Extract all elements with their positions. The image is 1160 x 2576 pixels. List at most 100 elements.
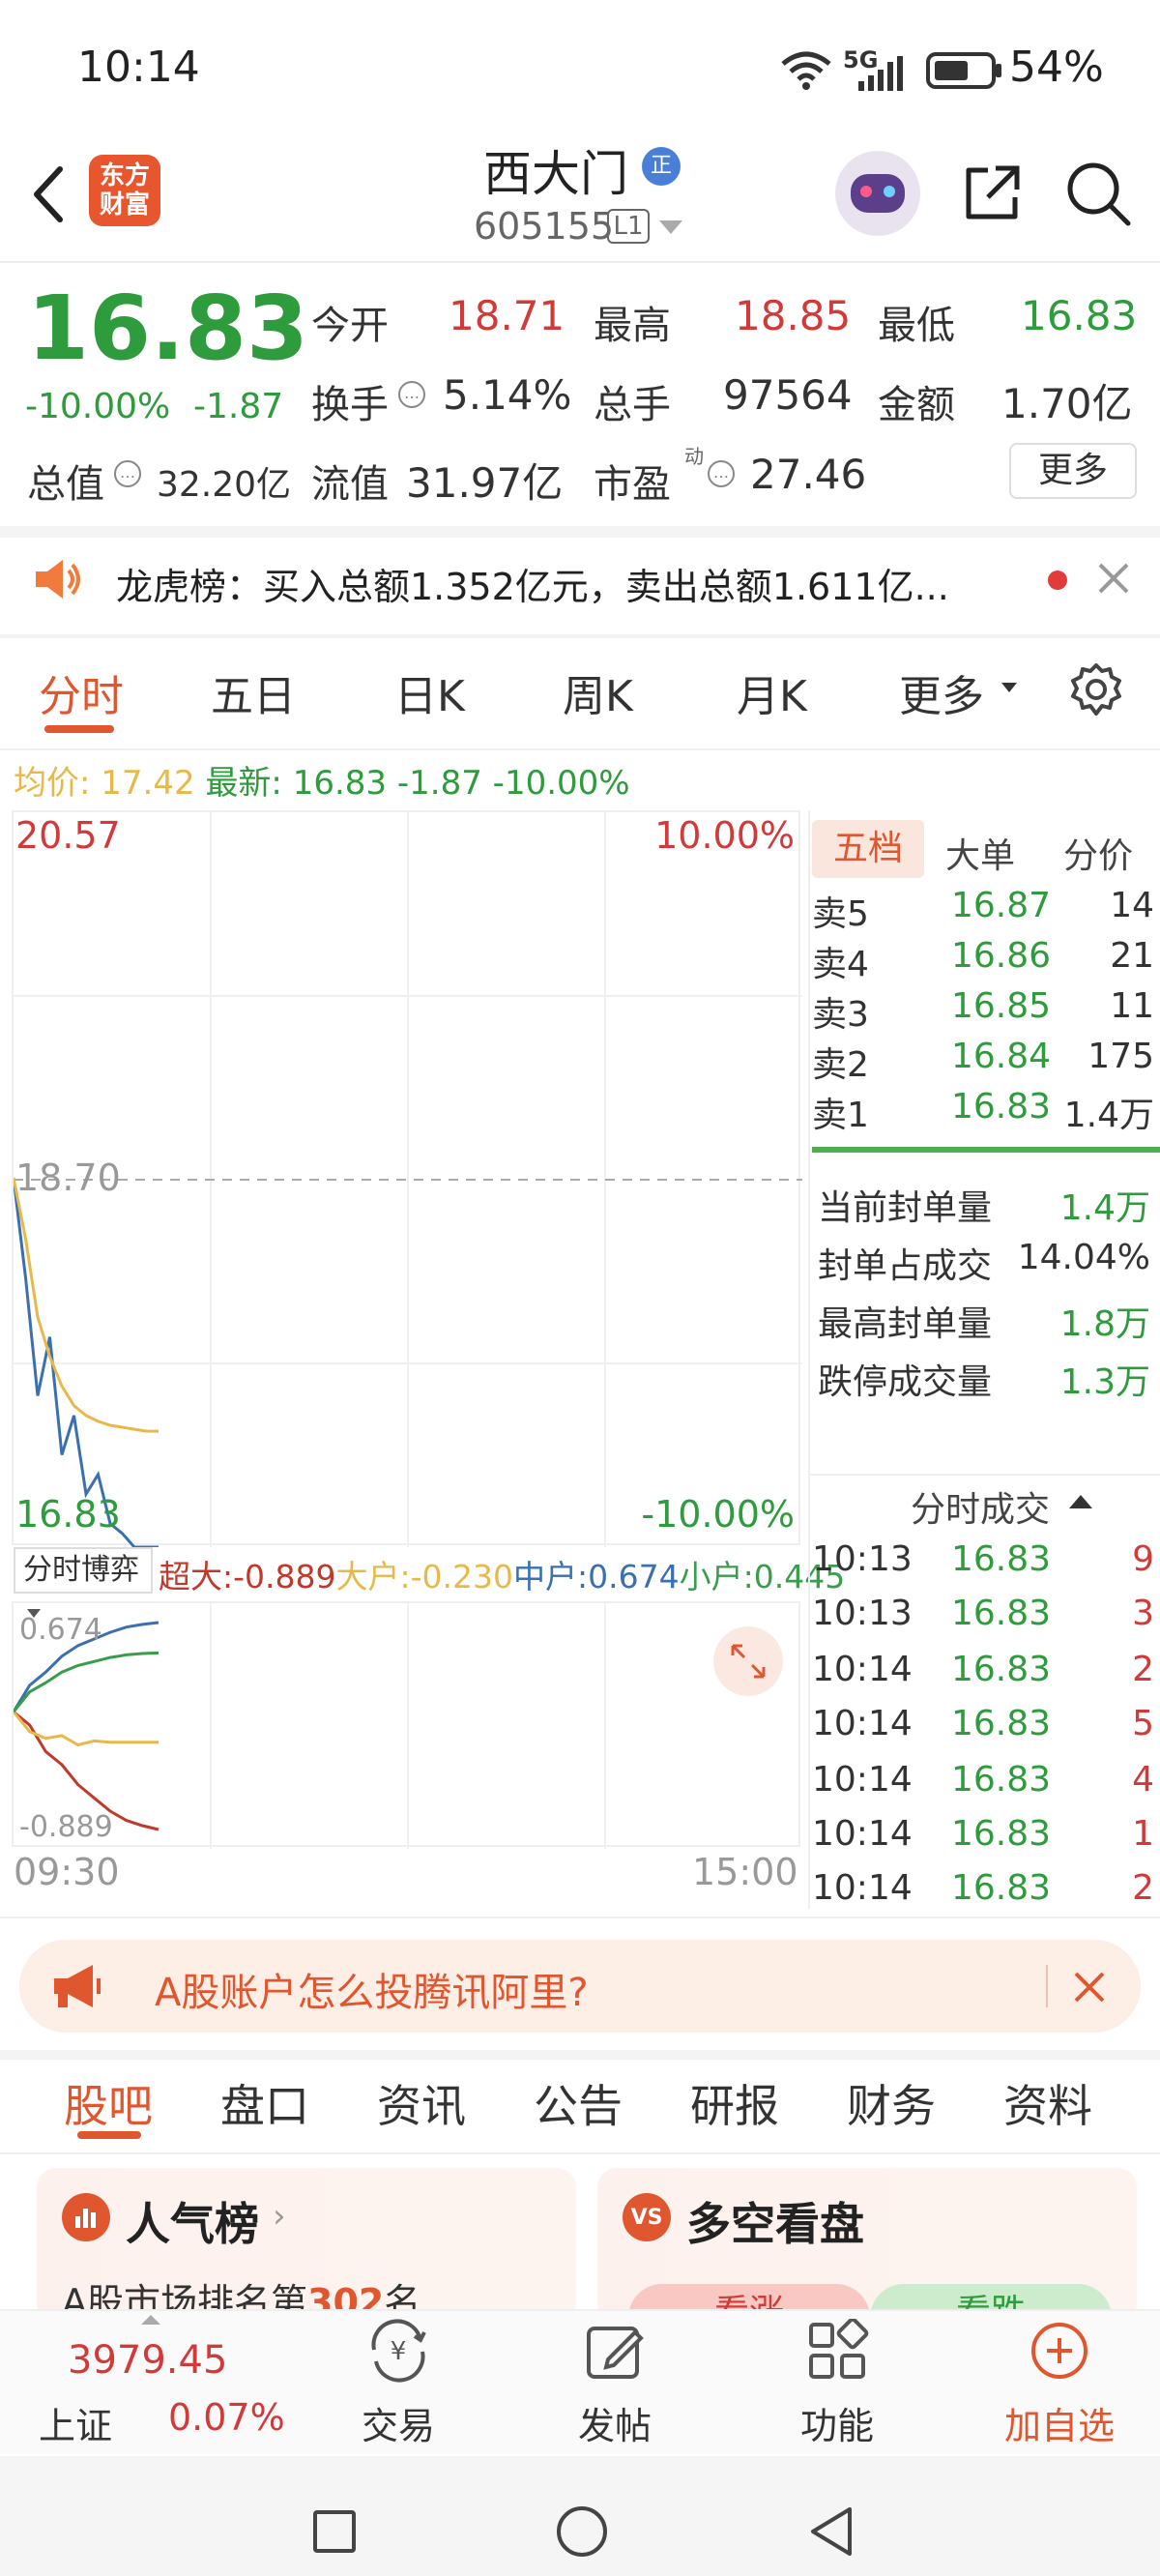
back-icon[interactable] <box>19 161 77 228</box>
svg-text:¥: ¥ <box>391 2337 407 2366</box>
mktcap-label: 总值 <box>27 462 104 507</box>
chevron-down-icon[interactable] <box>659 220 682 234</box>
x-end-label: 15:00 <box>692 1851 798 1893</box>
share-icon[interactable] <box>953 155 1030 232</box>
chart-bottom-divider <box>0 1917 1160 1918</box>
tab-profile[interactable]: 资料 <box>1003 2071 1092 2135</box>
legend-small-name: 小户 <box>679 1558 743 1595</box>
tab-announcements[interactable]: 公告 <box>534 2071 623 2135</box>
tick-time: 10:14 <box>812 1868 913 1908</box>
tabs-divider <box>0 748 1160 750</box>
tab-weekly-k[interactable]: 周K <box>563 661 633 723</box>
tab-five-levels[interactable]: 五档 <box>812 820 924 878</box>
avg-value: 17.42 <box>101 764 195 803</box>
home-icon[interactable] <box>557 2506 607 2557</box>
info-icon[interactable]: … <box>708 460 735 487</box>
back-nav-icon[interactable] <box>804 2504 858 2559</box>
nav-trade[interactable]: ¥ 交易 <box>321 2319 476 2449</box>
caret-down-icon[interactable] <box>1001 683 1017 692</box>
tab-monthly-k[interactable]: 月K <box>737 661 807 723</box>
flow-chart[interactable]: 0.674 -0.889 <box>12 1601 800 1849</box>
tab-price-distribution[interactable]: 分价 <box>1063 828 1133 878</box>
ticks-divider <box>810 1474 1160 1476</box>
tick-price: 16.83 <box>951 1868 1052 1908</box>
expand-icon[interactable] <box>713 1626 783 1696</box>
flow-dropdown[interactable]: 分时博弈 <box>14 1547 153 1618</box>
sort-up-icon[interactable] <box>1069 1495 1092 1508</box>
stat-label: 封单占成交 <box>818 1246 993 1286</box>
assistant-avatar[interactable] <box>835 151 920 236</box>
tab-research[interactable]: 研报 <box>690 2071 779 2135</box>
wifi-icon <box>779 48 833 91</box>
close-icon[interactable] <box>1092 557 1135 600</box>
level-badge[interactable]: L1 <box>607 209 650 244</box>
pe-sup: 动 <box>684 445 704 468</box>
tab-large-orders[interactable]: 大单 <box>945 828 1015 878</box>
index-value[interactable]: 3979.45 <box>68 2338 227 2383</box>
ask-label: 卖4 <box>812 945 869 984</box>
open-value: 18.71 <box>449 292 566 339</box>
ask-row: 卖1 16.83 1.4万 <box>808 1087 1156 1137</box>
latest-pct: -10.00% <box>492 764 630 803</box>
stock-code: 605155 <box>474 205 615 248</box>
recent-apps-icon[interactable] <box>313 2510 356 2553</box>
header-divider <box>0 261 1160 263</box>
vs-icon: VS <box>623 2193 671 2241</box>
nav-add-watchlist[interactable]: 加自选 <box>982 2319 1137 2449</box>
tick-row: 10:13 16.83 3 <box>808 1594 1156 1648</box>
latest-change: -1.87 <box>396 764 482 803</box>
bid-ask-separator <box>812 1147 1160 1153</box>
tab-news[interactable]: 资讯 <box>377 2071 466 2135</box>
tick-volume: 4 <box>1132 1760 1154 1800</box>
pe-label: 市盈 <box>594 462 671 507</box>
nav-post[interactable]: 发帖 <box>537 2319 692 2449</box>
mktcap-value: 32.20亿 <box>157 465 292 505</box>
gear-icon[interactable] <box>1063 658 1129 723</box>
chevron-up-icon[interactable] <box>141 2315 160 2325</box>
intraday-chart[interactable]: 20.57 10.00% 18.70 16.83 -10.00% <box>12 810 802 1547</box>
close-icon[interactable] <box>1065 1963 1114 2011</box>
ask-volume: 1.4万 <box>1063 1096 1154 1135</box>
tab-financials[interactable]: 财务 <box>847 2071 936 2135</box>
y-bottom-label: 16.83 <box>15 1493 121 1536</box>
tab-more[interactable]: 更多 <box>899 661 984 723</box>
popularity-card[interactable]: 人气榜 › A股市场排名第302名 <box>37 2168 576 2323</box>
signal-icon <box>841 54 909 93</box>
bull-bear-card[interactable]: VS 多空看盘 看涨 看跌 <box>597 2168 1137 2323</box>
ad-banner[interactable]: A股账户怎么投腾讯阿里? <box>19 1940 1141 2033</box>
tab-intraday[interactable]: 分时 <box>39 661 124 723</box>
volume-label: 总手 <box>594 383 671 427</box>
high-value: 18.85 <box>735 292 852 339</box>
price-chart-svg <box>14 812 802 1547</box>
stat-row: 跌停成交量 1.3万 <box>808 1354 1156 1404</box>
tab-forum[interactable]: 股吧 <box>64 2071 153 2135</box>
latest-label: 最新: <box>205 764 282 803</box>
search-icon[interactable] <box>1059 155 1137 232</box>
index-name[interactable]: 上证 <box>39 2396 112 2449</box>
ask-price: 16.83 <box>951 1087 1052 1127</box>
more-button[interactable]: 更多 <box>1009 443 1137 499</box>
flow-series-1 <box>14 1711 159 1747</box>
tick-price: 16.83 <box>951 1594 1052 1633</box>
battery-icon <box>926 50 1003 91</box>
chevron-right-icon: › <box>273 2197 286 2236</box>
ticks-title[interactable]: 分时成交 <box>911 1481 1050 1532</box>
pe-value: 27.46 <box>750 451 867 498</box>
ask-row: 卖5 16.87 14 <box>808 886 1156 936</box>
price-series-1 <box>14 1177 159 1433</box>
tab-market[interactable]: 盘口 <box>220 2071 309 2135</box>
amount-value: 1.70亿 <box>1001 380 1133 427</box>
index-change[interactable]: 0.07% <box>168 2396 285 2439</box>
notice-text[interactable]: 龙虎榜：买入总额1.352亿元，卖出总额1.611亿... <box>116 557 1015 610</box>
tab-daily-k[interactable]: 日K <box>394 661 465 723</box>
change-value: -1.87 <box>193 387 284 426</box>
y-top-label: 20.57 <box>15 814 121 857</box>
flow-y-top: 0.674 <box>19 1613 102 1647</box>
info-icon[interactable]: … <box>398 381 425 408</box>
legend-large-name: 大户 <box>335 1558 400 1595</box>
y-bottom-pct-label: -10.00% <box>641 1493 795 1536</box>
tick-row: 10:13 16.83 9 <box>808 1539 1156 1594</box>
nav-functions[interactable]: 功能 <box>760 2317 914 2449</box>
tab-five-day[interactable]: 五日 <box>211 661 296 723</box>
info-icon[interactable]: … <box>114 460 141 487</box>
